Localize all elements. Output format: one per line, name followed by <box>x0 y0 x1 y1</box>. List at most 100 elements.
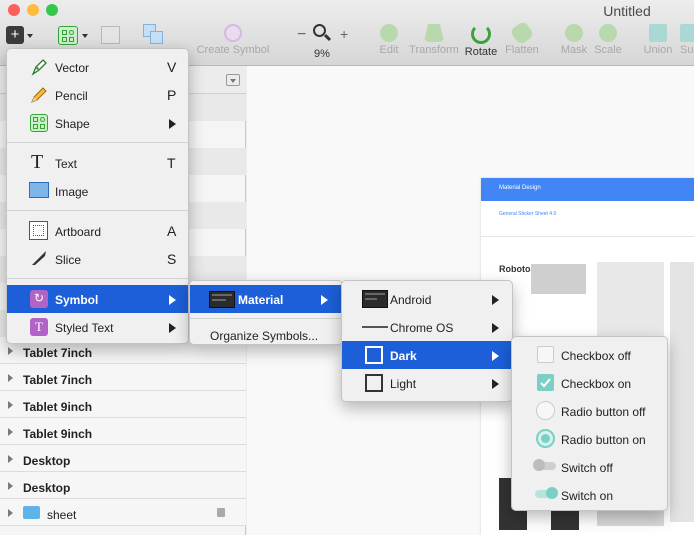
menu-item-label: Checkbox off <box>561 349 631 363</box>
layer-name: sheet <box>47 508 77 522</box>
material-submenu: Android Chrome OS Dark Light <box>341 280 513 402</box>
artboard-tool-icon[interactable] <box>101 26 120 44</box>
artboard-thumbnail <box>531 264 586 294</box>
disclosure-triangle-icon[interactable] <box>8 455 13 463</box>
create-symbol-label: Create Symbol <box>196 44 270 56</box>
insert-button[interactable]: + <box>4 26 34 46</box>
layer-row[interactable]: sheet <box>0 499 246 526</box>
chevron-down-icon <box>82 34 88 38</box>
vector-pen-icon <box>30 58 48 76</box>
switch-on-icon <box>535 487 558 499</box>
menu-item-dark[interactable]: Dark <box>342 341 512 369</box>
scale-label: Scale <box>594 44 622 56</box>
menu-item-radio-off[interactable]: Radio button off <box>512 397 667 425</box>
layer-row[interactable]: Desktop <box>0 472 246 499</box>
disclosure-triangle-icon[interactable] <box>8 401 13 409</box>
image-icon <box>29 182 49 198</box>
menu-item-organize-symbols[interactable]: Organize Symbols... <box>190 321 342 349</box>
light-square-icon <box>365 374 383 392</box>
edit-icon <box>380 24 398 42</box>
layer-row[interactable]: Desktop <box>0 445 246 472</box>
menu-item-label: Styled Text <box>55 321 114 335</box>
union-button[interactable]: Union <box>642 24 674 64</box>
menu-item-label: Checkbox on <box>561 377 632 391</box>
menu-item-radio-on[interactable]: Radio button on <box>512 425 667 453</box>
union-icon <box>649 24 667 42</box>
menu-separator <box>190 318 342 319</box>
zoom-level: 9% <box>314 48 330 60</box>
android-thumbnail-icon <box>362 290 388 308</box>
zoom-out-button[interactable]: − <box>297 26 306 44</box>
menu-item-label: Dark <box>390 349 417 363</box>
menu-item-image[interactable]: Image <box>7 177 188 205</box>
disclosure-triangle-icon[interactable] <box>8 428 13 436</box>
menu-separator <box>7 142 188 143</box>
menu-item-artboard[interactable]: Artboard A <box>7 217 188 245</box>
menu-item-text[interactable]: T Text T <box>7 149 188 177</box>
menu-separator <box>7 210 188 211</box>
symbol-icon: ↻ <box>30 290 48 308</box>
zoom-in-button[interactable]: + <box>340 26 348 42</box>
shape-icon <box>58 26 78 45</box>
menu-item-label: Artboard <box>55 225 102 239</box>
shortcut-key: V <box>167 59 177 75</box>
shape-tool-button[interactable] <box>58 26 90 46</box>
disclosure-triangle-icon[interactable] <box>8 374 13 382</box>
menu-item-material[interactable]: Material <box>190 285 342 313</box>
transform-button[interactable]: Transform <box>407 24 461 64</box>
menu-item-checkbox-on[interactable]: Checkbox on <box>512 369 667 397</box>
layer-row[interactable]: Tablet 9inch <box>0 418 246 445</box>
subtract-button[interactable]: Su <box>680 24 694 64</box>
menu-item-switch-off[interactable]: Switch off <box>512 453 667 481</box>
insert-menu: Vector V Pencil P Shape T Text T Image A… <box>6 48 189 344</box>
menu-item-styled-text[interactable]: T Styled Text <box>7 313 188 341</box>
scale-button[interactable]: Scale <box>593 24 623 64</box>
shortcut-key: T <box>167 155 176 171</box>
subtract-label: Su <box>680 44 694 56</box>
menu-item-shape[interactable]: Shape <box>7 109 188 137</box>
folder-icon <box>23 506 40 519</box>
styled-text-icon: T <box>30 318 48 336</box>
layer-row[interactable]: Tablet 7inch <box>0 364 246 391</box>
create-symbol-button[interactable]: Create Symbol <box>194 24 272 64</box>
mask-button[interactable]: Mask <box>559 24 589 64</box>
menu-item-android[interactable]: Android <box>342 285 512 313</box>
menu-item-checkbox-off[interactable]: Checkbox off <box>512 341 667 369</box>
layer-row[interactable]: Tablet 9inch <box>0 391 246 418</box>
disclosure-triangle-icon[interactable] <box>8 347 13 355</box>
edit-button[interactable]: Edit <box>373 24 405 64</box>
flatten-icon <box>509 20 535 46</box>
rotate-button[interactable]: Rotate <box>463 24 499 64</box>
menu-item-pencil[interactable]: Pencil P <box>7 81 188 109</box>
menu-item-slice[interactable]: Slice S <box>7 245 188 273</box>
disclosure-triangle-icon[interactable] <box>8 482 13 490</box>
menu-separator <box>7 278 188 279</box>
edit-label: Edit <box>379 44 399 56</box>
menu-item-label: Radio button off <box>561 405 646 419</box>
menu-item-switch-on[interactable]: Switch on <box>512 481 667 509</box>
artboard-thumbnail <box>670 262 694 522</box>
lock-icon[interactable] <box>217 508 225 517</box>
menu-item-symbol[interactable]: ↻ Symbol <box>7 285 188 313</box>
group-tool-icon[interactable] <box>143 24 163 44</box>
menu-item-vector[interactable]: Vector V <box>7 53 188 81</box>
menu-item-chrome-os[interactable]: Chrome OS <box>342 313 512 341</box>
submenu-arrow-icon <box>492 323 499 333</box>
transform-icon <box>424 24 444 42</box>
layer-name: Tablet 9inch <box>23 400 93 414</box>
menu-item-light[interactable]: Light <box>342 369 512 397</box>
checkbox-off-icon <box>537 346 554 363</box>
mask-label: Mask <box>560 44 588 56</box>
shortcut-key: A <box>167 223 177 239</box>
layer-name: Desktop <box>23 481 71 495</box>
menu-item-label: Text <box>55 157 78 171</box>
menu-item-label: Material <box>238 293 284 307</box>
symbol-icon <box>224 24 242 42</box>
disclosure-triangle-icon[interactable] <box>8 509 13 517</box>
collapse-icon[interactable] <box>226 74 240 86</box>
submenu-arrow-icon <box>169 119 176 129</box>
submenu-arrow-icon <box>321 295 328 305</box>
submenu-arrow-icon <box>169 295 176 305</box>
flatten-button[interactable]: Flatten <box>503 20 541 64</box>
layer-name: Tablet 7inch <box>23 373 93 387</box>
